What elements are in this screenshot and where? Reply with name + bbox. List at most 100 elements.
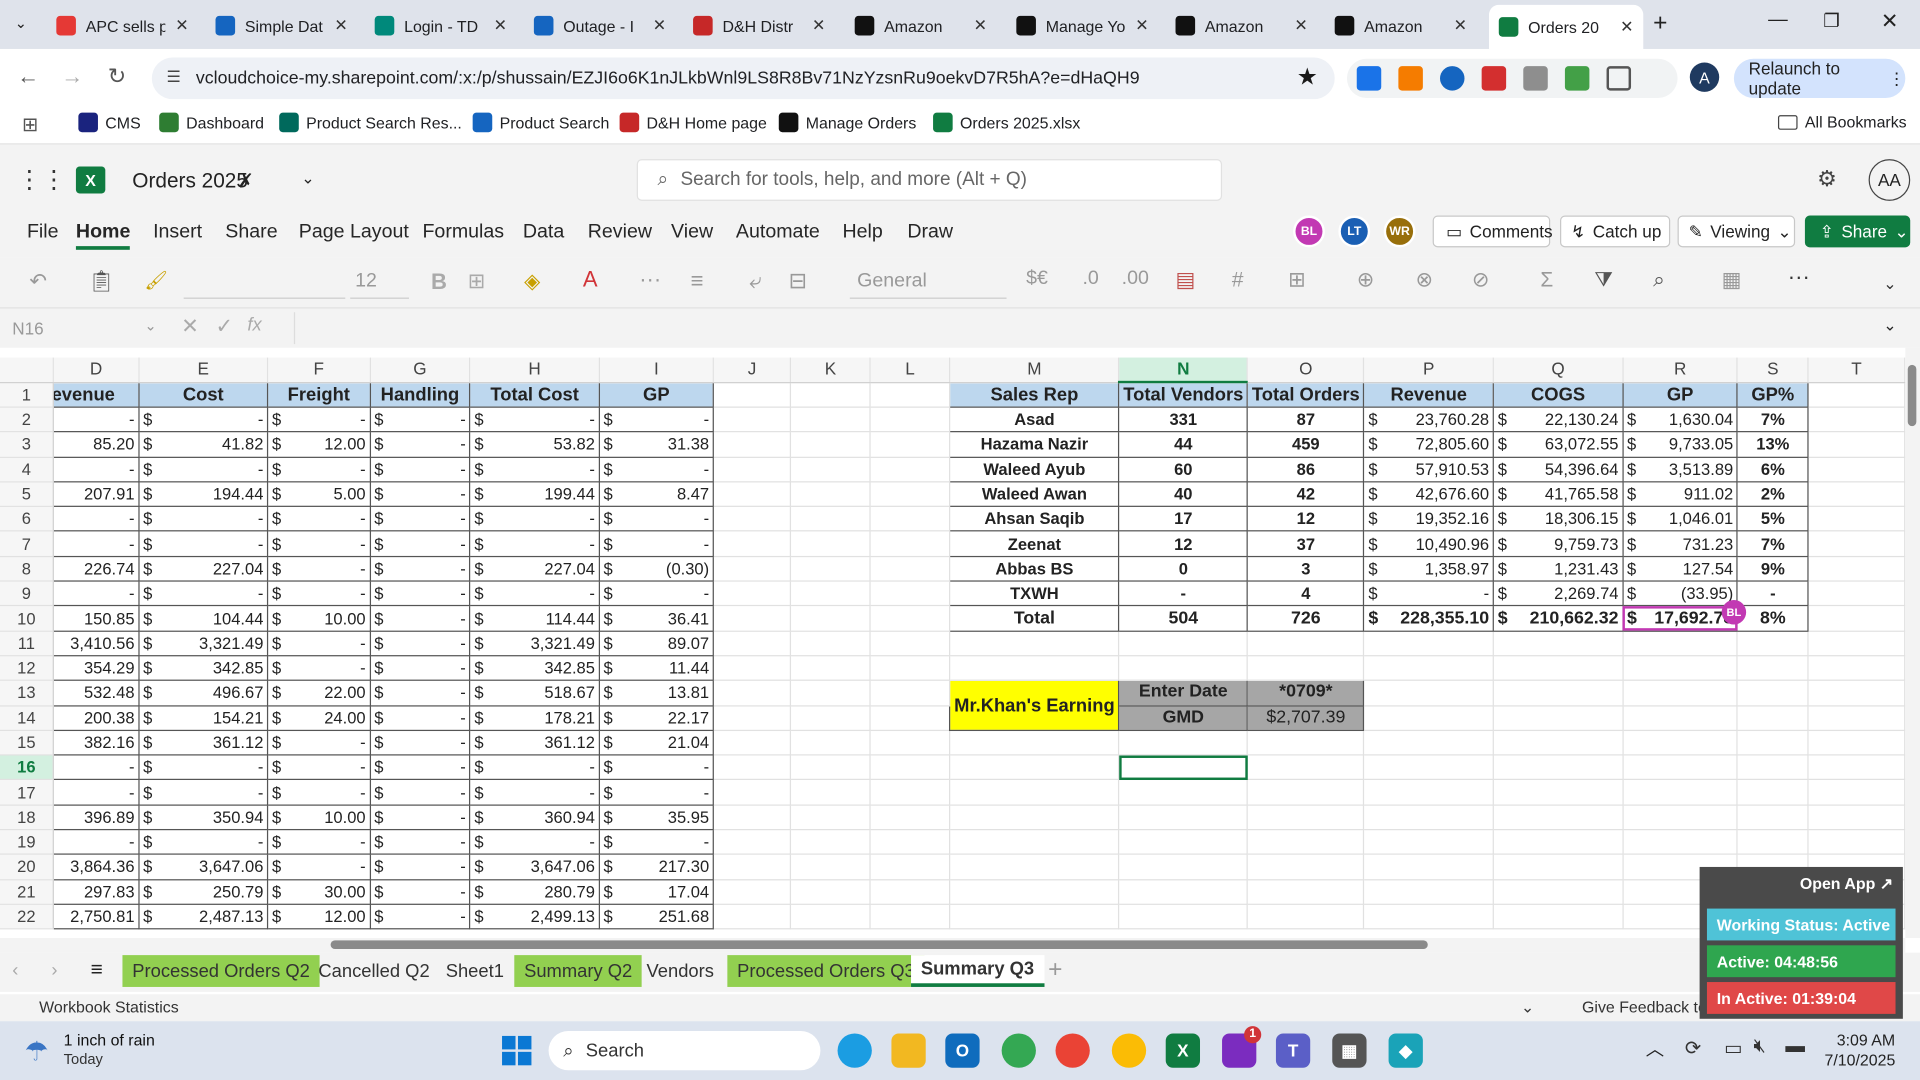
- empty-cell[interactable]: [870, 655, 951, 682]
- data-cell[interactable]: $ -: [138, 406, 269, 433]
- battery-icon[interactable]: ▬: [1785, 1036, 1805, 1058]
- data-cell[interactable]: $ -: [369, 829, 471, 856]
- data-cell[interactable]: 226.74: [52, 555, 140, 582]
- data-cell[interactable]: $104.44: [138, 605, 269, 632]
- find-icon[interactable]: ⌕: [1653, 268, 1665, 292]
- data-cell[interactable]: $227.04: [469, 555, 600, 582]
- data-cell[interactable]: $ -: [469, 754, 600, 781]
- outlook-icon[interactable]: O: [945, 1033, 980, 1068]
- workbook-statistics[interactable]: Workbook Statistics: [39, 998, 178, 1016]
- empty-cell[interactable]: [713, 581, 792, 607]
- data-cell[interactable]: $ -: [469, 505, 600, 533]
- sheet-next-icon[interactable]: ›: [51, 960, 57, 981]
- data-cell[interactable]: $3,321.49: [138, 630, 269, 657]
- format-cells-icon[interactable]: ⊘: [1472, 268, 1489, 292]
- sheet-tab[interactable]: Processed Orders Q3: [727, 955, 925, 987]
- close-tab-icon[interactable]: ✕: [334, 16, 347, 36]
- empty-cell[interactable]: [1808, 605, 1906, 632]
- data-cell[interactable]: $194.44: [138, 481, 269, 508]
- ext-apps-icon[interactable]: [1356, 66, 1382, 91]
- data-cell[interactable]: $ -: [598, 456, 715, 483]
- empty-cell[interactable]: [1118, 730, 1249, 756]
- data-cell[interactable]: $ -: [369, 804, 471, 831]
- summary-cell[interactable]: 42: [1247, 481, 1365, 508]
- empty-cell[interactable]: [713, 456, 792, 483]
- empty-cell[interactable]: [1622, 655, 1739, 682]
- vertical-scroll-thumb[interactable]: [1907, 364, 1917, 427]
- empty-cell[interactable]: [1118, 829, 1249, 856]
- gmd-label[interactable]: GMD: [1118, 704, 1249, 731]
- data-cell[interactable]: $ -: [369, 406, 471, 433]
- summary-cell[interactable]: $1,046.01: [1622, 505, 1739, 533]
- file-explorer-icon[interactable]: [891, 1033, 926, 1068]
- summary-cell[interactable]: -: [1736, 580, 1809, 607]
- data-cell[interactable]: -: [52, 580, 140, 607]
- data-cell[interactable]: $496.67: [138, 679, 269, 707]
- empty-cell[interactable]: [870, 904, 951, 930]
- summary-cell[interactable]: $3,513.89: [1622, 456, 1739, 483]
- empty-cell[interactable]: [1118, 854, 1249, 880]
- data-cell[interactable]: $ -: [369, 754, 471, 781]
- data-cell[interactable]: $178.21: [469, 704, 600, 731]
- data-cell[interactable]: $10.00: [267, 605, 371, 632]
- summary-cell[interactable]: $1,358.97: [1363, 555, 1495, 582]
- summary-cell[interactable]: 7%: [1736, 406, 1809, 433]
- data-cell[interactable]: $36.41: [598, 605, 715, 632]
- decimal-icon[interactable]: .0: [1082, 268, 1098, 290]
- empty-cell[interactable]: [949, 904, 1120, 930]
- empty-cell[interactable]: [790, 879, 871, 905]
- close-tab-icon[interactable]: ✕: [494, 16, 507, 36]
- empty-cell[interactable]: [870, 879, 951, 905]
- browser-tab[interactable]: Simple Dat ✕: [206, 7, 358, 44]
- bold-icon[interactable]: B: [431, 269, 447, 295]
- row-header[interactable]: 5: [0, 481, 54, 508]
- row-header[interactable]: 4: [0, 456, 54, 483]
- row-header[interactable]: 2: [0, 407, 54, 433]
- column-header[interactable]: S: [1737, 357, 1809, 383]
- cell-styles-icon[interactable]: ⊞: [1288, 268, 1305, 292]
- data-cell[interactable]: $31.38: [598, 431, 715, 458]
- row-header[interactable]: 7: [0, 531, 54, 557]
- maximize-button[interactable]: ❐: [1823, 10, 1839, 32]
- empty-cell[interactable]: [790, 630, 871, 657]
- empty-cell[interactable]: [1364, 779, 1495, 806]
- data-cell[interactable]: $12.00: [267, 903, 371, 930]
- close-tab-icon[interactable]: ✕: [812, 16, 825, 36]
- data-cell[interactable]: $ -: [369, 729, 471, 756]
- empty-cell[interactable]: [1493, 705, 1624, 731]
- data-cell[interactable]: $ -: [369, 853, 471, 880]
- empty-cell[interactable]: [713, 556, 792, 582]
- empty-cell[interactable]: [1493, 904, 1624, 930]
- data-cell[interactable]: $ -: [369, 903, 471, 930]
- data-cell[interactable]: $ -: [369, 779, 471, 806]
- catchup-button[interactable]: ↯ Catch up: [1560, 215, 1671, 248]
- summary-cell[interactable]: $911.02: [1622, 481, 1739, 508]
- empty-cell[interactable]: [870, 705, 951, 731]
- empty-cell[interactable]: [713, 382, 792, 408]
- relaunch-button[interactable]: Relaunch to update ⋮: [1733, 58, 1906, 98]
- summary-cell[interactable]: 4: [1247, 580, 1365, 607]
- empty-cell[interactable]: [1493, 655, 1624, 682]
- bookmark-item[interactable]: CMS: [78, 112, 141, 133]
- sheet-prev-icon[interactable]: ‹: [12, 960, 18, 981]
- data-cell[interactable]: $ -: [598, 829, 715, 856]
- tab-search-icon[interactable]: ⌄: [15, 15, 27, 32]
- menu-tab-review[interactable]: Review: [588, 222, 652, 244]
- empty-cell[interactable]: [1808, 730, 1906, 756]
- empty-cell[interactable]: [1493, 854, 1624, 880]
- add-sheet-icon[interactable]: +: [1048, 956, 1062, 984]
- empty-cell[interactable]: [713, 755, 792, 781]
- summary-header-cell[interactable]: GP%: [1736, 381, 1809, 408]
- empty-cell[interactable]: [870, 605, 951, 632]
- empty-cell[interactable]: [1493, 879, 1624, 905]
- row-header[interactable]: 15: [0, 730, 54, 756]
- empty-cell[interactable]: [1118, 655, 1249, 682]
- summary-cell[interactable]: $210,662.32: [1492, 605, 1624, 632]
- gmd-value[interactable]: $2,707.39: [1247, 704, 1365, 731]
- empty-cell[interactable]: [1118, 904, 1249, 930]
- empty-cell[interactable]: [1247, 904, 1365, 930]
- empty-cell[interactable]: [713, 431, 792, 458]
- empty-cell[interactable]: [790, 854, 871, 880]
- data-cell[interactable]: 150.85: [52, 605, 140, 632]
- empty-cell[interactable]: [870, 531, 951, 557]
